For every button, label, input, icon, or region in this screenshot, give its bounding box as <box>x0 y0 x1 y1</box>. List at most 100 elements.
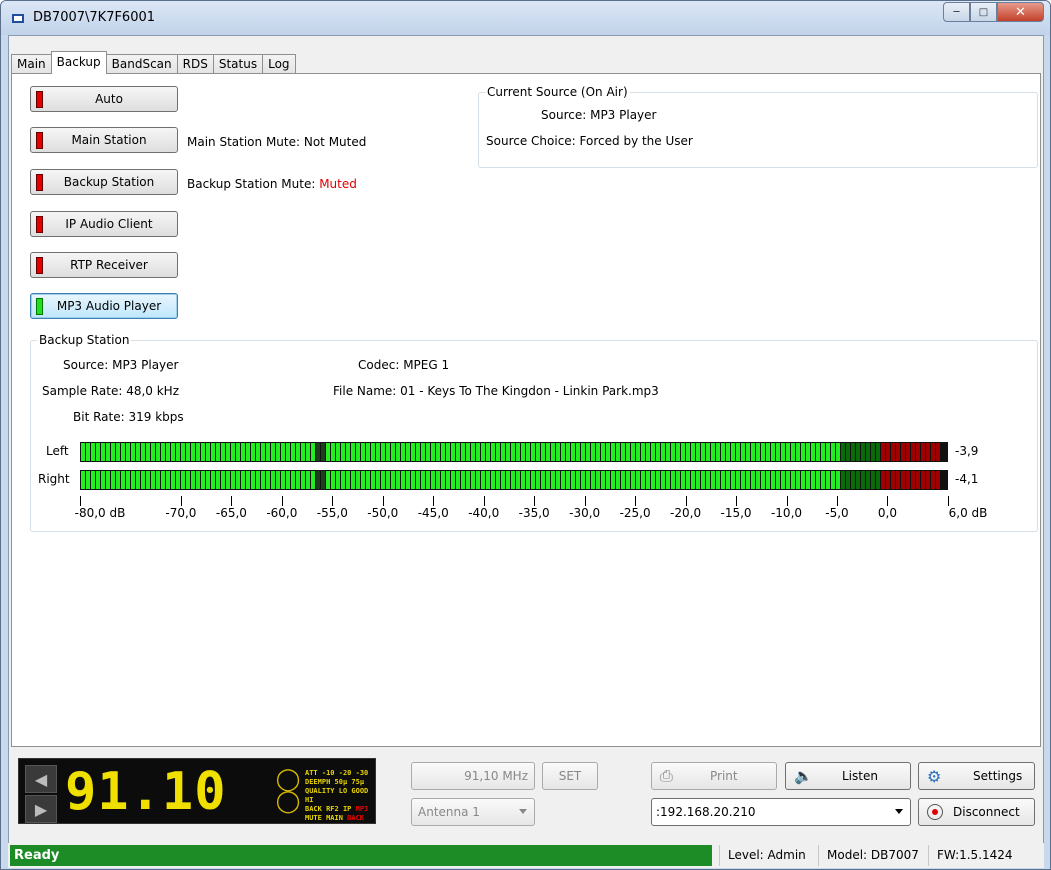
meter-segment <box>706 471 710 489</box>
right-channel-label: Right <box>38 472 70 486</box>
rtp-receiver-button[interactable]: RTP Receiver <box>30 252 178 278</box>
tab-backup[interactable]: Backup <box>50 51 107 74</box>
ip-audio-client-button[interactable]: IP Audio Client <box>30 211 178 237</box>
meter-segment <box>121 471 125 489</box>
meter-segment <box>291 471 295 489</box>
meter-segment <box>411 443 415 461</box>
meter-segment <box>816 443 820 461</box>
meter-segment <box>421 443 425 461</box>
source-choice-label: Source Choice: <box>486 134 576 148</box>
left-channel-label: Left <box>46 444 69 458</box>
tab-log[interactable]: Log <box>262 54 296 74</box>
source-value: MP3 Player <box>590 108 657 122</box>
minimize-button[interactable]: ─ <box>943 2 970 22</box>
meter-segment <box>431 443 435 461</box>
meter-segment <box>711 443 715 461</box>
settings-button[interactable]: ⚙ Settings <box>918 762 1035 790</box>
meter-segment <box>731 471 735 489</box>
set-button[interactable]: SET <box>542 762 598 790</box>
tab-main[interactable]: Main <box>11 54 52 74</box>
backup-station-button[interactable]: Backup Station <box>30 169 178 195</box>
meter-segment <box>226 471 230 489</box>
scale-label: -35,0 <box>518 506 550 520</box>
tune-up-button[interactable]: ▶ <box>25 795 57 823</box>
close-button[interactable]: ✕ <box>997 2 1044 22</box>
address-value: :192.168.20.210 <box>656 805 756 819</box>
meter-segment <box>231 471 235 489</box>
meter-segment <box>576 471 580 489</box>
meter-segment <box>611 443 615 461</box>
meter-segment <box>901 471 905 489</box>
tab-rds[interactable]: RDS <box>176 54 214 74</box>
maximize-button[interactable]: □ <box>970 2 997 22</box>
meter-segment <box>746 471 750 489</box>
scale-tick <box>231 496 233 506</box>
meter-segment <box>96 471 100 489</box>
meter-segment <box>646 471 650 489</box>
meter-segment <box>601 471 605 489</box>
address-select[interactable]: :192.168.20.210 <box>651 798 911 826</box>
button-label: RTP Receiver <box>70 258 148 272</box>
bit-rate-row: Bit Rate: 319 kbps <box>73 410 184 424</box>
lcd-ind: -30 <box>355 769 369 777</box>
auto-button[interactable]: Auto <box>30 86 178 112</box>
meter-segment <box>346 443 350 461</box>
meter-segment <box>146 443 150 461</box>
meter-segment <box>386 443 390 461</box>
meter-segment <box>271 443 275 461</box>
meter-segment <box>191 443 195 461</box>
file-name-row: File Name: 01 - Keys To The Kingdon - Li… <box>333 384 659 398</box>
meter-segment <box>141 471 145 489</box>
meter-segment <box>701 471 705 489</box>
meter-segment <box>661 471 665 489</box>
scale-tick <box>635 496 637 506</box>
printer-icon: ⎙ <box>660 766 673 785</box>
print-button[interactable]: ⎙ Print <box>651 762 777 790</box>
listen-button[interactable]: 🔈 Listen <box>785 762 911 790</box>
meter-segment <box>471 471 475 489</box>
lcd-ind: HI <box>305 796 314 804</box>
meter-segment <box>426 471 430 489</box>
meter-segment <box>156 471 160 489</box>
meter-segment <box>476 443 480 461</box>
meter-segment <box>506 443 510 461</box>
frequency-input[interactable]: 91,10 MHz <box>411 762 535 790</box>
meter-segment <box>921 471 925 489</box>
meter-segment <box>756 443 760 461</box>
antenna-select[interactable]: Antenna 1 <box>411 798 535 826</box>
meter-segment <box>851 443 855 461</box>
meter-segment <box>876 471 880 489</box>
meter-segment <box>846 443 850 461</box>
meter-segment <box>161 443 165 461</box>
meter-segment <box>826 471 830 489</box>
meter-segment <box>561 443 565 461</box>
meter-segment <box>171 471 175 489</box>
meter-segment <box>376 443 380 461</box>
tab-bandscan[interactable]: BandScan <box>105 54 178 74</box>
meter-segment <box>891 443 895 461</box>
meter-segment <box>736 471 740 489</box>
lcd-ind: LO <box>338 787 348 795</box>
status-model: Model: DB7007 <box>818 845 927 866</box>
meter-segment <box>731 443 735 461</box>
settings-label: Settings <box>973 769 1023 783</box>
meter-segment <box>251 443 255 461</box>
scale-tick <box>433 496 435 506</box>
meter-segment <box>211 443 215 461</box>
tab-status[interactable]: Status <box>212 54 264 74</box>
title-bar[interactable]: DB7007\7K7F6001 ─ □ ✕ <box>1 1 1050 35</box>
main-station-button[interactable]: Main Station <box>30 127 178 153</box>
meter-segment <box>816 471 820 489</box>
meter-segment <box>721 471 725 489</box>
meter-segment <box>311 471 315 489</box>
meter-scale: -80,0 dB -70,0 -65,0 -60,0 -55,0 -50,0 -45,0 -4… <box>75 496 987 526</box>
tune-down-button[interactable]: ◀ <box>25 765 57 793</box>
mp3-audio-player-button[interactable]: MP3 Audio Player <box>30 293 178 319</box>
meter-segment <box>906 471 910 489</box>
meter-segment <box>406 471 410 489</box>
disconnect-button[interactable]: Disconnect <box>918 798 1035 826</box>
meter-segment <box>631 443 635 461</box>
meter-segment <box>636 443 640 461</box>
meter-segment <box>806 443 810 461</box>
lcd-ind: ATT <box>305 769 318 777</box>
